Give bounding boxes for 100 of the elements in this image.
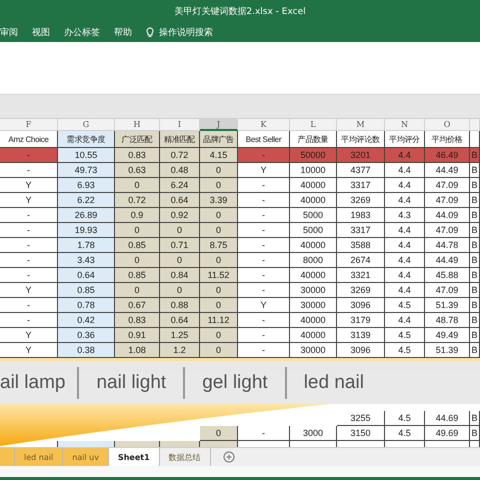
table-cell: 4.5: [385, 298, 425, 313]
table-cell: 4.4: [385, 178, 425, 193]
table-cell: 3201: [337, 148, 385, 163]
table-cell: 40000: [290, 193, 337, 208]
tell-me-search[interactable]: 操作说明搜索: [146, 26, 213, 38]
table-cell: B: [470, 148, 480, 163]
column-header[interactable]: O: [425, 119, 470, 131]
sheet-tab[interactable]: led nail: [15, 448, 64, 466]
table-cell: 51.39: [425, 343, 470, 358]
table-cell: 0.64: [58, 268, 115, 283]
table-cell: 4.4: [385, 313, 425, 328]
header-cell: 广泛匹配: [115, 131, 160, 148]
table-cell: 0.42: [58, 313, 115, 328]
table-cell: -: [238, 148, 290, 163]
table-cell: 4.4: [385, 193, 425, 208]
table-cell: 3269: [337, 283, 385, 298]
table-cell: 0: [200, 328, 238, 343]
column-header[interactable]: J: [200, 119, 238, 131]
table-cell: 30000: [290, 343, 337, 358]
table-cell: 0.38: [58, 343, 115, 358]
ribbon-tab[interactable]: 办公标签: [64, 26, 100, 38]
keyword-label: ail lamp: [0, 370, 66, 394]
sheet-tab[interactable]: 数据总结: [160, 448, 211, 466]
lightbulb-icon: [146, 26, 154, 38]
table-cell: 0.83: [115, 148, 160, 163]
table-cell: -: [238, 178, 290, 193]
table-cell: B: [470, 268, 480, 283]
table-cell: 40000: [290, 313, 337, 328]
table-cell: 47.09: [425, 283, 470, 298]
sheet-tab[interactable]: [0, 448, 15, 466]
table-cell: 10.55: [58, 148, 115, 163]
table-cell: 45.88: [425, 268, 470, 283]
table-cell: 4.5: [385, 426, 425, 441]
table-cell: 1.2: [160, 343, 200, 358]
table-cell: 0: [115, 283, 160, 298]
table-cell: 3255: [337, 411, 385, 426]
header-cell: 平均评分: [385, 131, 425, 148]
table-cell: 51.39: [425, 298, 470, 313]
table-cell: Y: [0, 343, 58, 358]
keyword-label: nail light: [77, 366, 184, 398]
table-cell: -: [0, 223, 58, 238]
table-cell: 0: [200, 163, 238, 178]
table-cell: 4.4: [385, 283, 425, 298]
table-cell: B: [470, 223, 480, 238]
table-cell: 30000: [290, 283, 337, 298]
table-cell: 0: [200, 426, 238, 441]
header-cell: 品牌广告: [200, 131, 238, 148]
column-header[interactable]: I: [160, 119, 200, 131]
table-cell: B: [470, 298, 480, 313]
table-cell: 0.9: [115, 208, 160, 223]
table-cell: -: [238, 283, 290, 298]
table-cell: B: [470, 426, 480, 441]
table-cell: Y: [0, 193, 58, 208]
table-cell: 0.72: [160, 148, 200, 163]
table-cell: 46.49: [425, 148, 470, 163]
sheet-tab[interactable]: nail uv: [63, 448, 109, 466]
table-cell: -: [238, 328, 290, 343]
column-header[interactable]: F: [0, 119, 58, 131]
column-header[interactable]: [470, 119, 480, 131]
header-cell: 产品数量: [290, 131, 337, 148]
column-header[interactable]: L: [290, 119, 337, 131]
table-cell: 5000: [290, 208, 337, 223]
table-cell: 0.67: [115, 298, 160, 313]
table-cell: 6.24: [160, 178, 200, 193]
table-cell: B: [470, 253, 480, 268]
table-cell: 4.5: [385, 328, 425, 343]
header-cell: 需求竞争度: [58, 131, 115, 148]
table-cell: 3096: [337, 343, 385, 358]
column-header[interactable]: N: [385, 119, 425, 131]
table-cell: B: [470, 208, 480, 223]
table-cell: 0.92: [160, 208, 200, 223]
table-cell: 0.85: [115, 238, 160, 253]
table-cell: 2674: [337, 253, 385, 268]
table-cell: 4.3: [385, 208, 425, 223]
table-cell: -: [238, 193, 290, 208]
table-cell: -: [238, 223, 290, 238]
table-cell: 0.88: [160, 298, 200, 313]
table-cell: 44.78: [425, 238, 470, 253]
table-cell: 49.73: [58, 163, 115, 178]
table-cell: -: [0, 313, 58, 328]
table-cell: 4.4: [385, 268, 425, 283]
table-cell: 3096: [337, 298, 385, 313]
sheet-tab[interactable]: Sheet1: [108, 448, 160, 466]
table-cell: 0: [200, 283, 238, 298]
ribbon-tab[interactable]: 视图: [32, 26, 50, 38]
table-cell: 49.49: [425, 328, 470, 343]
column-header[interactable]: G: [58, 119, 115, 131]
table-cell: 3150: [337, 426, 385, 441]
table-cell: 4.4: [385, 163, 425, 178]
table-cell: 3139: [337, 328, 385, 343]
table-cell: 44.69: [425, 411, 470, 426]
column-header[interactable]: M: [337, 119, 385, 131]
table-cell: -: [0, 163, 58, 178]
column-header[interactable]: H: [115, 119, 160, 131]
table-cell: 1.78: [58, 238, 115, 253]
table-cell: 4377: [337, 163, 385, 178]
ribbon-tab[interactable]: 帮助: [114, 26, 132, 38]
column-header[interactable]: K: [238, 119, 290, 131]
ribbon-tab[interactable]: 审阅: [0, 26, 18, 38]
add-sheet-icon[interactable]: [222, 451, 235, 463]
